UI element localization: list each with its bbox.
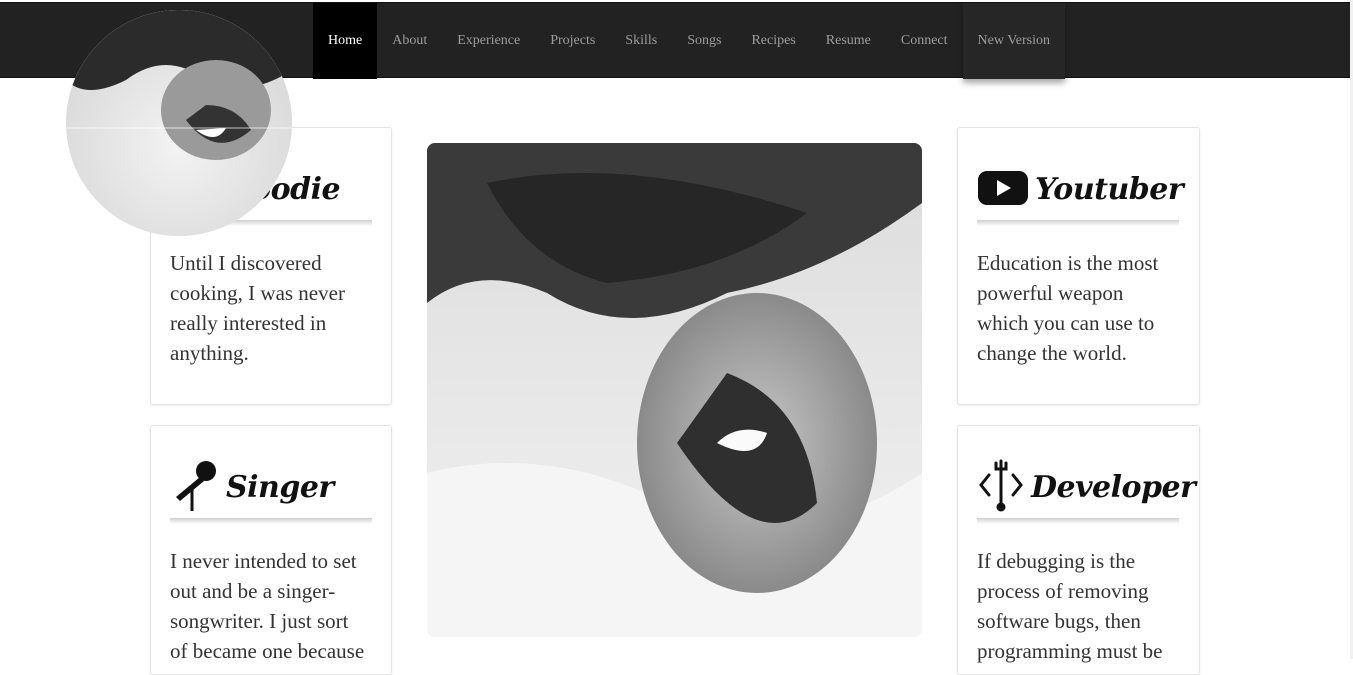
nav-item-recipes[interactable]: Recipes <box>736 3 810 79</box>
avatar[interactable] <box>66 10 292 236</box>
card-youtuber-title: Youtuber <box>1035 171 1184 207</box>
card-divider <box>170 518 372 524</box>
nav-item-skills[interactable]: Skills <box>610 3 672 79</box>
nav-item-connect[interactable]: Connect <box>886 3 963 79</box>
card-youtuber-text: Education is the most powerful weapon wh… <box>977 251 1159 365</box>
card-divider <box>977 518 1179 524</box>
code-wrench-icon <box>977 457 1025 518</box>
nav-item-new-version[interactable]: New Version <box>962 3 1065 79</box>
card-foodie-text: Until I discovered cooking, I was never … <box>170 251 345 365</box>
nav-item-projects[interactable]: Projects <box>535 3 610 79</box>
nav-item-resume[interactable]: Resume <box>811 3 886 79</box>
portrait-photo <box>427 143 922 637</box>
card-singer: Singer I never intended to set out and b… <box>150 425 392 675</box>
card-developer-title: Developer <box>1031 469 1196 505</box>
card-singer-text: I never intended to set out and be a sin… <box>170 549 365 674</box>
nav-menu: Home About Experience Projects Skills So… <box>313 3 1065 79</box>
card-developer: Developer If debugging is the process of… <box>957 425 1200 675</box>
card-youtuber: Youtuber Education is the most powerful … <box>957 127 1200 405</box>
card-divider <box>977 220 1179 226</box>
card-developer-header: Developer <box>977 459 1196 512</box>
card-youtuber-header: Youtuber <box>977 164 1184 214</box>
card-singer-header: Singer <box>170 460 334 512</box>
youtube-play-icon <box>977 167 1029 212</box>
card-singer-title: Singer <box>226 469 334 505</box>
nav-item-about[interactable]: About <box>377 3 442 79</box>
nav-item-songs[interactable]: Songs <box>672 3 736 79</box>
card-developer-text: If debugging is the process of removing … <box>977 549 1163 663</box>
microphone-icon <box>170 457 220 518</box>
nav-item-home[interactable]: Home <box>313 3 378 79</box>
nav-item-experience[interactable]: Experience <box>442 3 535 79</box>
